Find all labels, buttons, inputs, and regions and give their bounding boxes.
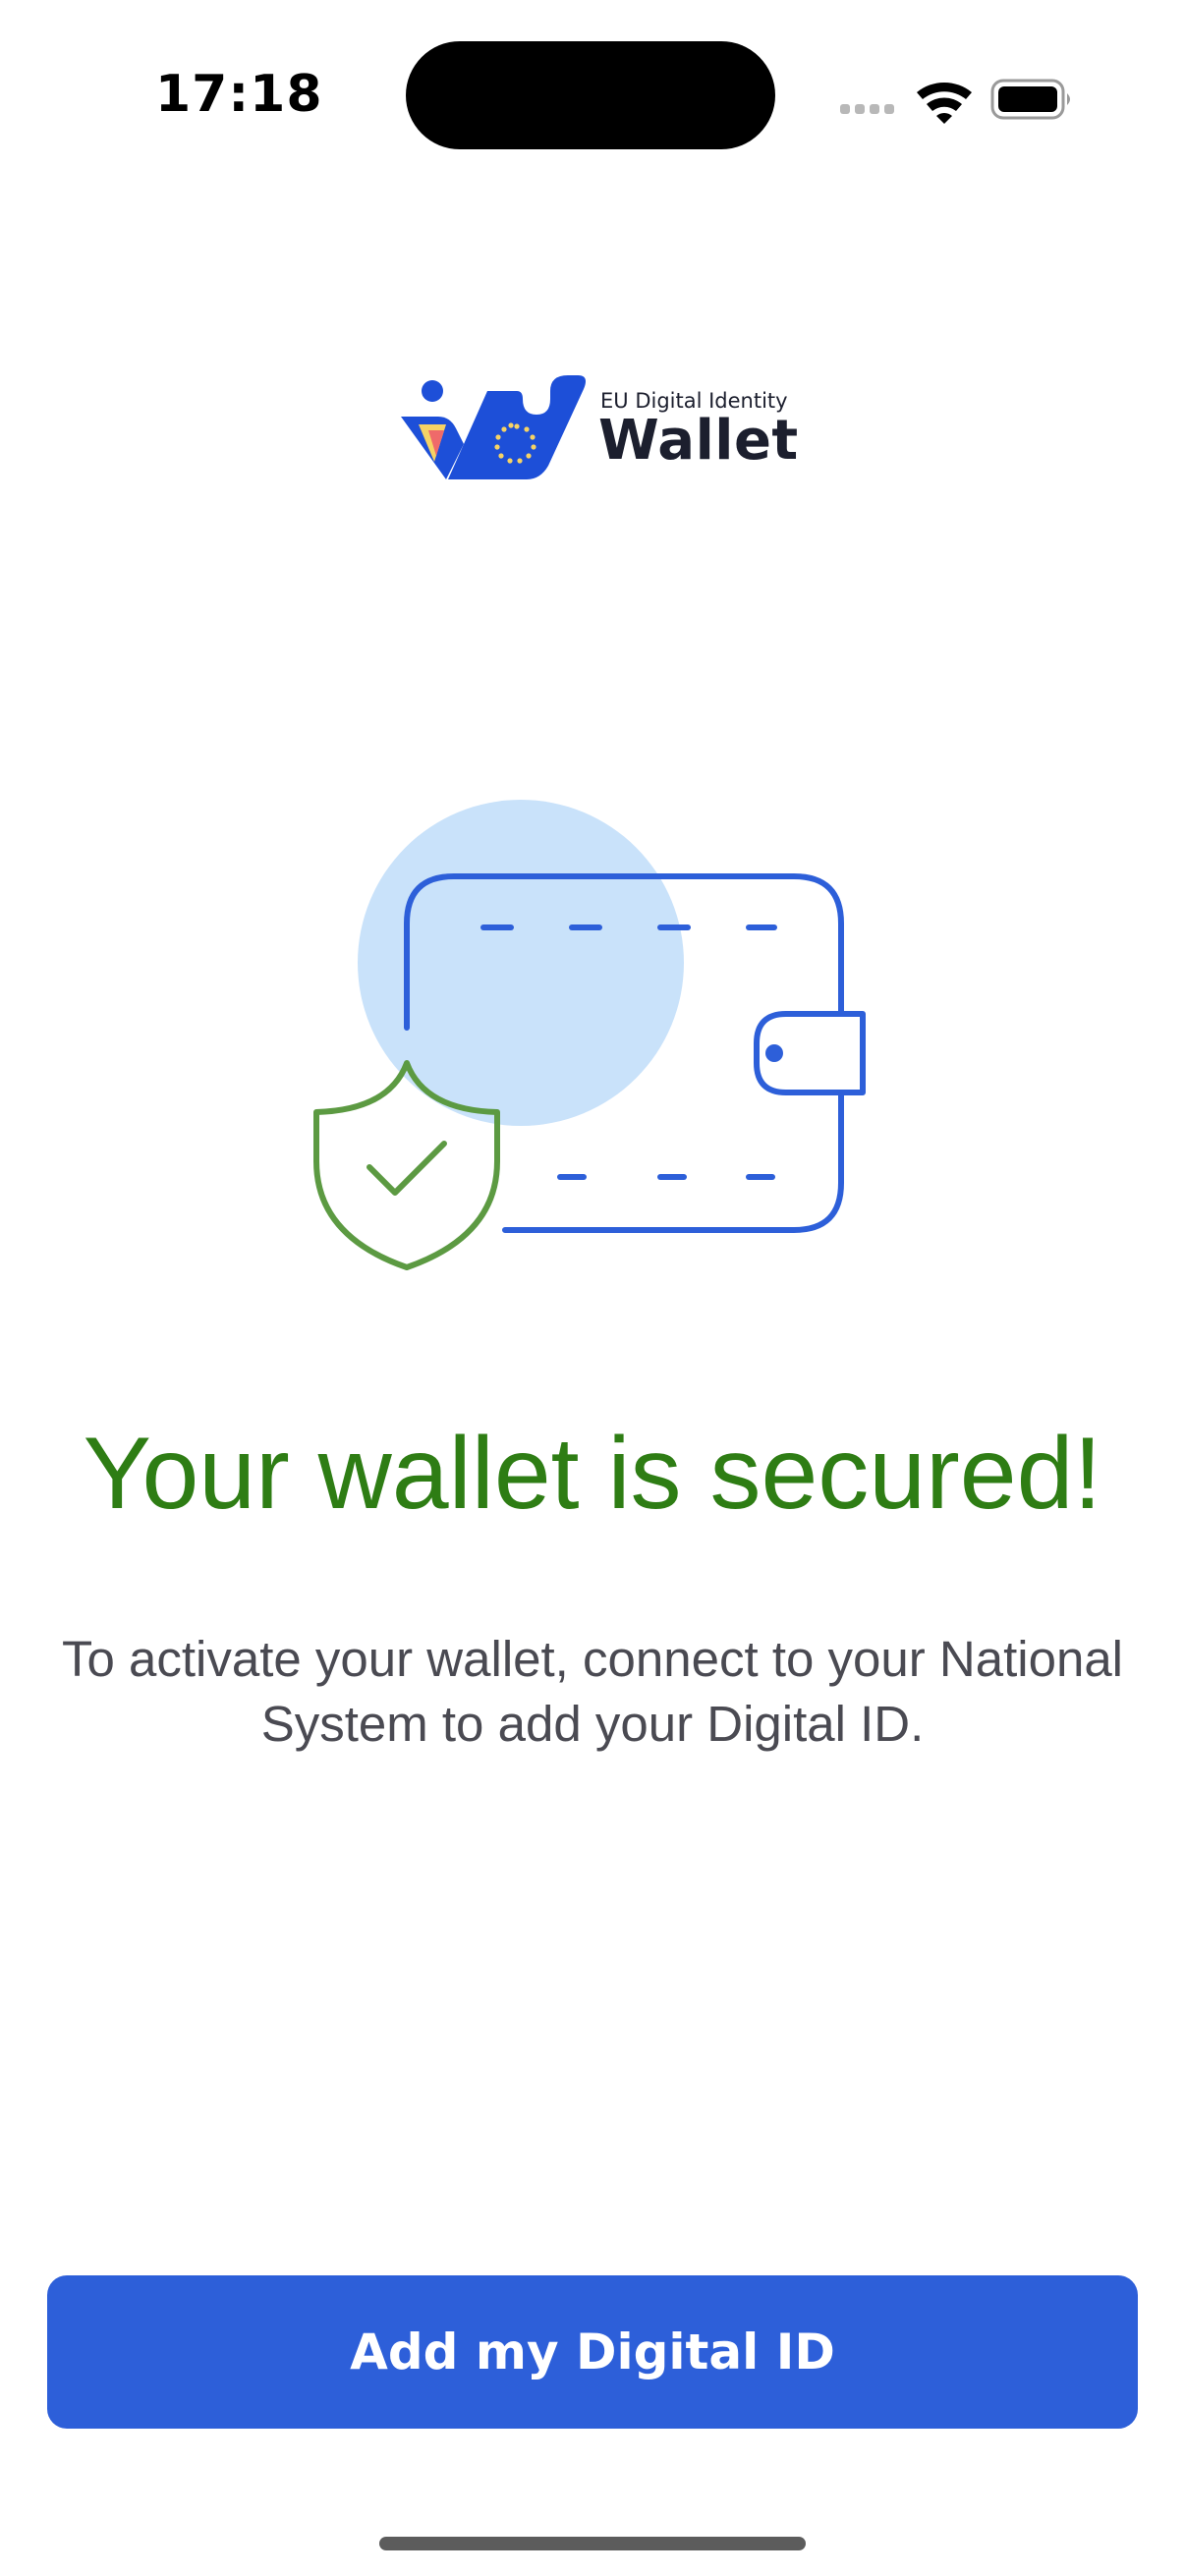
cellular-dots-icon — [840, 104, 894, 114]
home-indicator[interactable] — [379, 2537, 806, 2550]
description-text: To activate your wallet, connect to your… — [61, 1631, 1124, 1752]
status-time: 17:18 — [155, 65, 323, 124]
status-icons — [840, 69, 1086, 128]
secured-wallet-illustration — [305, 786, 894, 1297]
eu-wallet-logo-icon — [401, 375, 586, 479]
logo-title: Wallet — [598, 409, 799, 473]
wifi-icon — [917, 82, 972, 124]
add-digital-id-button[interactable]: Add my Digital ID — [47, 2275, 1138, 2429]
page-title: Your wallet is secured! — [83, 1417, 1102, 1531]
battery-full-icon — [990, 79, 1070, 120]
eu-wallet-logo: EU Digital Identity Wallet — [401, 371, 798, 489]
dynamic-island — [406, 41, 775, 149]
status-bar: 17:18 — [0, 0, 1185, 196]
